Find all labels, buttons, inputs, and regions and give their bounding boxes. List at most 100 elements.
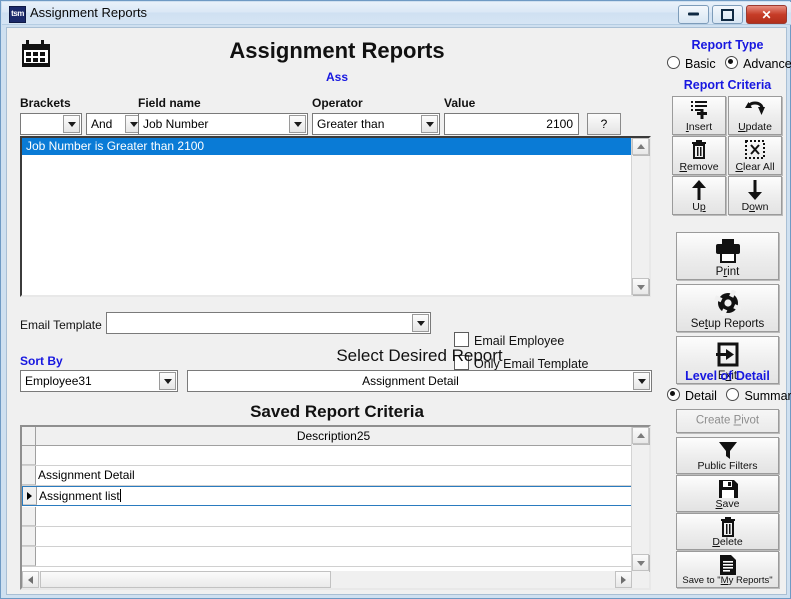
table-row-current[interactable]: Assignment list xyxy=(22,486,632,506)
field-name-combo-value: Job Number xyxy=(143,116,287,133)
trash-icon xyxy=(677,517,778,537)
radio-advanced-label: Advanced xyxy=(743,57,791,71)
arrow-up-icon xyxy=(673,180,725,201)
up-button[interactable]: Up xyxy=(672,176,726,215)
chevron-down-icon[interactable] xyxy=(159,372,176,390)
report-select-combo[interactable]: Assignment Detail xyxy=(187,370,652,392)
save-button-label: Save xyxy=(677,499,778,510)
brackets-combo[interactable] xyxy=(20,113,82,135)
table-row[interactable] xyxy=(22,547,632,567)
table-row[interactable]: Assignment Detail xyxy=(22,466,632,486)
row-indicator xyxy=(22,547,36,566)
table-row[interactable] xyxy=(22,446,632,466)
chevron-down-icon[interactable] xyxy=(63,115,80,133)
create-pivot-button[interactable]: Create Pivot xyxy=(676,409,779,433)
clear-all-button[interactable]: Clear All xyxy=(728,136,782,175)
scroll-up-icon[interactable] xyxy=(632,427,649,444)
table-row[interactable] xyxy=(22,507,632,527)
chevron-down-icon[interactable] xyxy=(289,115,306,133)
row-indicator xyxy=(22,446,36,465)
down-button-label: Down xyxy=(729,202,781,213)
cell-description[interactable] xyxy=(36,547,632,566)
label-sort-by: Sort By xyxy=(20,354,63,368)
scroll-down-icon[interactable] xyxy=(632,554,649,571)
gear-icon xyxy=(677,290,778,316)
radio-basic-label: Basic xyxy=(685,57,716,71)
title-bar: tsm Assignment Reports ✕ xyxy=(2,2,791,25)
radio-advanced[interactable]: Advanced xyxy=(725,57,791,71)
cell-description[interactable] xyxy=(36,446,632,465)
scroll-down-icon[interactable] xyxy=(632,278,649,295)
list-plus-icon xyxy=(673,100,725,119)
close-button[interactable]: ✕ xyxy=(746,5,787,24)
value-input-text: 2100 xyxy=(449,116,573,133)
label-brackets: Brackets xyxy=(20,96,71,110)
saved-criteria-grid[interactable]: Description25 Assignment Detail Assignme… xyxy=(20,425,651,590)
update-button[interactable]: Update xyxy=(728,96,782,135)
report-type-radio-group[interactable]: Basic Advanced xyxy=(665,56,791,71)
maximize-icon xyxy=(713,9,742,21)
operator-combo[interactable]: Greater than xyxy=(312,113,440,135)
level-of-detail-radio-group[interactable]: Detail Summary xyxy=(665,388,791,403)
application-window: tsm Assignment Reports ✕ xyxy=(0,0,791,599)
scroll-left-icon[interactable] xyxy=(22,571,39,588)
radio-summary[interactable]: Summary xyxy=(726,389,791,403)
save-icon xyxy=(677,479,778,499)
clear-all-icon xyxy=(729,140,781,159)
minimize-icon xyxy=(679,9,708,20)
conjunction-combo-value: And xyxy=(91,116,123,133)
public-filters-button[interactable]: Public Filters xyxy=(676,437,779,474)
print-button[interactable]: Print xyxy=(676,232,779,280)
right-panel: Report Type Basic Advanced Report Criter… xyxy=(667,28,788,594)
cell-description[interactable] xyxy=(36,527,632,546)
label-value: Value xyxy=(444,96,475,110)
app-icon: tsm xyxy=(9,6,26,23)
radio-circle-selected xyxy=(667,388,680,401)
field-name-combo[interactable]: Job Number xyxy=(138,113,308,135)
scroll-right-icon[interactable] xyxy=(615,571,632,588)
grid-column-header-description: Description25 xyxy=(35,427,632,445)
save-to-my-reports-button-label: Save to "My Reports" xyxy=(677,575,778,586)
email-template-combo[interactable] xyxy=(106,312,431,334)
radio-basic[interactable]: Basic xyxy=(667,57,718,71)
save-to-my-reports-button[interactable]: Save to "My Reports" xyxy=(676,551,779,588)
table-row[interactable] xyxy=(22,527,632,547)
label-field-name: Field name xyxy=(138,96,201,110)
criteria-listbox-selected-item[interactable]: Job Number is Greater than 2100 xyxy=(22,138,632,155)
cell-description[interactable]: Assignment Detail xyxy=(36,466,632,485)
level-of-detail-heading: Level of Detail xyxy=(667,369,788,383)
remove-button-label: Remove xyxy=(673,162,725,173)
delete-button-label: Delete xyxy=(677,537,778,548)
conjunction-combo[interactable]: And xyxy=(86,113,144,135)
help-button[interactable]: ? xyxy=(587,113,621,135)
grid-header-row: Description25 xyxy=(22,427,632,446)
value-input[interactable]: 2100 xyxy=(444,113,579,135)
radio-detail[interactable]: Detail xyxy=(667,389,719,403)
cell-description-editing[interactable]: Assignment list xyxy=(37,487,631,505)
remove-button[interactable]: Remove xyxy=(672,136,726,175)
down-button[interactable]: Down xyxy=(728,176,782,215)
scroll-up-icon[interactable] xyxy=(632,138,649,155)
cell-description[interactable] xyxy=(36,507,632,526)
sort-by-combo[interactable]: Employee31 xyxy=(20,370,178,392)
setup-reports-button-label: Setup Reports xyxy=(677,319,778,330)
setup-reports-button[interactable]: Setup Reports xyxy=(676,284,779,332)
insert-button[interactable]: Insert xyxy=(672,96,726,135)
page-title: Assignment Reports xyxy=(7,38,667,64)
chevron-down-icon[interactable] xyxy=(633,372,650,390)
chevron-down-icon[interactable] xyxy=(412,314,429,332)
grid-vertical-scrollbar[interactable] xyxy=(631,427,649,571)
criteria-listbox-scrollbar[interactable] xyxy=(631,138,649,295)
criteria-listbox[interactable]: Job Number is Greater than 2100 xyxy=(20,136,651,297)
maximize-button[interactable] xyxy=(712,5,743,24)
funnel-icon xyxy=(677,441,778,460)
delete-button[interactable]: Delete xyxy=(676,513,779,550)
save-button[interactable]: Save xyxy=(676,475,779,512)
grid-horizontal-scrollbar[interactable] xyxy=(22,571,649,588)
minimize-button[interactable] xyxy=(678,5,709,24)
document-icon xyxy=(677,555,778,575)
chevron-down-icon[interactable] xyxy=(421,115,438,133)
horizontal-scroll-thumb[interactable] xyxy=(40,571,331,588)
window-controls: ✕ xyxy=(678,5,787,24)
select-desired-report-title: Select Desired Report xyxy=(187,346,652,366)
